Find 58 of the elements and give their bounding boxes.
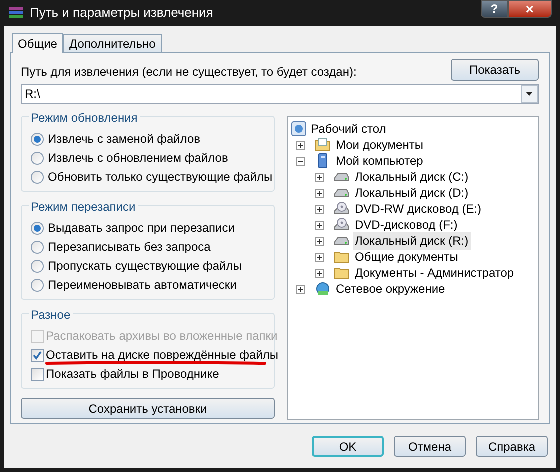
show-button[interactable]: Показать <box>451 59 539 81</box>
expand-toggle[interactable] <box>315 172 324 182</box>
tab[interactable]: Дополнительно <box>63 34 162 52</box>
dialog-button[interactable]: Отмена <box>394 436 466 457</box>
radio-label: Обновить только существующие файлы <box>48 169 273 186</box>
expand-toggle[interactable] <box>315 236 324 246</box>
tree-item[interactable]: Локальный диск (R:) <box>353 232 471 250</box>
radio-label: Перезаписывать без запроса <box>48 239 211 256</box>
expand-toggle[interactable] <box>315 268 324 278</box>
radio-button[interactable] <box>31 222 44 234</box>
radio-label: Выдавать запрос при перезаписи <box>48 220 235 237</box>
save-settings-button[interactable]: Сохранить установки <box>21 398 275 419</box>
tree-item[interactable]: Документы - Администратор <box>353 264 516 282</box>
disc-drive-icon <box>334 217 350 233</box>
expand-toggle[interactable] <box>315 220 324 230</box>
app-icon <box>8 5 24 21</box>
expand-toggle[interactable] <box>315 188 324 198</box>
dialog-button[interactable]: Справка <box>476 436 548 457</box>
checkbox-label: Распаковать архивы во вложенные папки <box>46 328 278 345</box>
radio-button[interactable] <box>31 260 44 272</box>
desktop-icon <box>291 120 307 136</box>
tree-item[interactable]: DVD-RW дисковод (E:) <box>353 200 484 218</box>
documents-folder-icon <box>315 137 331 153</box>
network-icon <box>315 281 331 297</box>
tree-item[interactable]: DVD-дисковод (F:) <box>353 216 460 234</box>
close-button[interactable]: × <box>508 0 552 18</box>
radio-label: Извлечь с обновлением файлов <box>48 150 228 167</box>
checkbox-label: Показать файлы в Проводнике <box>46 366 220 383</box>
tree-item[interactable]: Мои документы <box>334 136 426 154</box>
collapse-toggle[interactable] <box>296 156 305 166</box>
radio-button[interactable] <box>31 278 44 292</box>
radio-button[interactable] <box>31 152 44 164</box>
expand-toggle[interactable] <box>315 204 324 214</box>
tab[interactable]: Общие <box>12 33 64 53</box>
radio-button[interactable] <box>31 240 44 254</box>
radio-button[interactable] <box>31 170 44 184</box>
checkbox[interactable] <box>31 348 44 362</box>
radio-button[interactable] <box>31 132 44 146</box>
dialog-button[interactable]: OK <box>312 436 384 457</box>
checkbox-label: Оставить на диске повреждённые файлы <box>46 347 278 364</box>
tree-item[interactable]: Общие документы <box>353 248 460 266</box>
expand-toggle[interactable] <box>296 140 305 150</box>
tree-item[interactable]: Рабочий стол <box>311 120 386 138</box>
expand-toggle[interactable] <box>296 284 305 294</box>
field-label: Путь для извлечения (если не существует, то будет создан): <box>21 64 357 81</box>
help-button[interactable]: ? <box>481 0 508 18</box>
path-combobox[interactable]: R:\ <box>21 84 539 104</box>
radio-label: Извлечь с заменой файлов <box>48 131 201 148</box>
checkbox[interactable] <box>31 368 44 380</box>
tree-item[interactable]: Локальный диск (C:) <box>353 168 471 186</box>
window-title: Путь и параметры извлечения <box>30 4 214 22</box>
expand-toggle[interactable] <box>315 252 324 262</box>
radio-label: Пропускать существующие файлы <box>48 258 242 275</box>
radio-label: Переименовывать автоматически <box>48 277 237 294</box>
tree-item[interactable]: Сетевое окружение <box>334 280 448 298</box>
disc-drive-icon <box>334 201 350 217</box>
tree-item[interactable]: Локальный диск (D:) <box>353 184 471 202</box>
tree-item[interactable]: Мой компьютер <box>334 152 426 170</box>
